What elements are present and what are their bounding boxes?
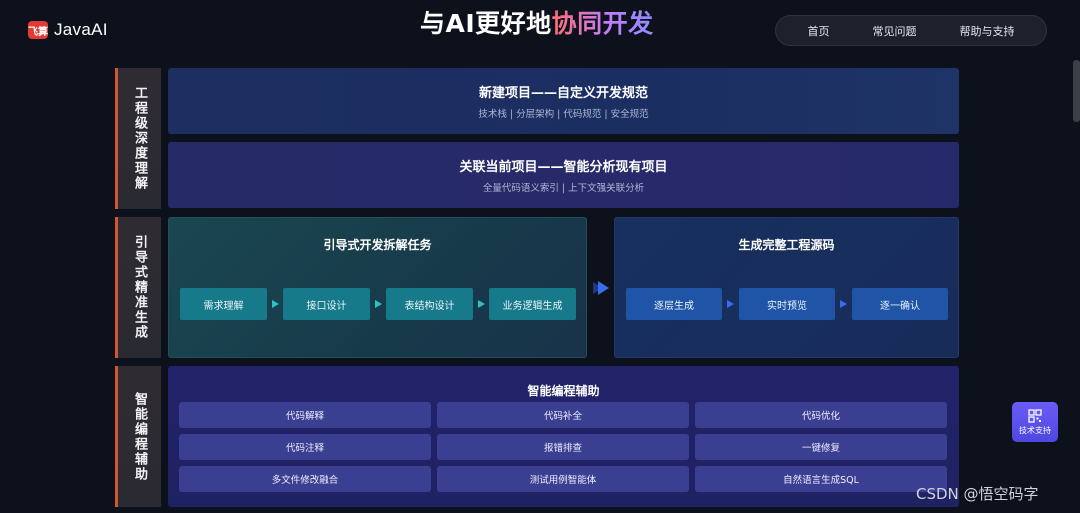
feature-one-click-fix[interactable]: 一键修复 [695, 434, 947, 460]
card-subtitle: 全量代码语义索引 | 上下文强关联分析 [482, 183, 645, 194]
card-title: 关联当前项目——智能分析现有项目 [459, 160, 668, 175]
support-label: 技术支持 [1019, 425, 1051, 435]
step-table-design[interactable]: 表结构设计 [386, 288, 473, 320]
feature-code-explain[interactable]: 代码解释 [179, 402, 431, 428]
step-layered-generate[interactable]: 逐层生成 [626, 288, 722, 320]
nav-help[interactable]: 帮助与支持 [960, 23, 1015, 39]
side-label-text: 工程级深度理解 [132, 86, 147, 191]
step-live-preview[interactable]: 实时预览 [739, 288, 835, 320]
hero-title-plain: 与AI更好地 [420, 9, 552, 38]
hero-title-highlight: 协同开发 [551, 9, 654, 38]
side-label-text: 引导式精准生成 [132, 235, 147, 340]
panel-title: 智能编程辅助 [527, 384, 600, 398]
card-link-project[interactable]: 关联当前项目——智能分析现有项目 全量代码语义索引 | 上下文强关联分析 [168, 142, 959, 208]
panel-task-breakdown: 引导式开发拆解任务 需求理解 接口设计 表结构设计 业务逻辑生成 [168, 217, 587, 358]
scrollbar-thumb[interactable] [1073, 60, 1080, 122]
panel-ai-assist: 智能编程辅助 代码解释 代码补全 代码优化 代码注释 报错排查 一键修复 多文件… [168, 366, 959, 507]
arrow-right-icon [478, 300, 485, 308]
arrow-right-icon [375, 300, 382, 308]
big-arrow-right-icon [593, 281, 609, 295]
hero-title: 与AI更好地协同开发 [420, 4, 654, 40]
arrow-right-icon [840, 300, 847, 308]
step-confirm-each[interactable]: 逐一确认 [852, 288, 948, 320]
side-label-guided: 引导式精准生成 [115, 217, 161, 358]
qr-code-icon [1028, 408, 1042, 423]
brand-logo[interactable]: 飞算 JavaAI [28, 20, 108, 40]
side-label-assist: 智能编程辅助 [115, 366, 161, 507]
arrow-right-icon [272, 300, 279, 308]
feature-test-case-agent[interactable]: 测试用例智能体 [437, 466, 689, 492]
feature-multi-file-merge[interactable]: 多文件修改融合 [179, 466, 431, 492]
logo-text: JavaAI [54, 20, 108, 39]
card-new-project[interactable]: 新建项目——自定义开发规范 技术栈 | 分层架构 | 代码规范 | 安全规范 [168, 68, 959, 134]
arrow-right-icon [727, 300, 734, 308]
nav-faq[interactable]: 常见问题 [873, 23, 917, 39]
feature-code-comment[interactable]: 代码注释 [179, 434, 431, 460]
card-subtitle: 技术栈 | 分层架构 | 代码规范 | 安全规范 [478, 109, 649, 120]
top-nav: 首页 常见问题 帮助与支持 [775, 15, 1047, 46]
tech-support-button[interactable]: 技术支持 [1012, 402, 1058, 442]
card-title: 新建项目——自定义开发规范 [478, 86, 648, 101]
panel-title: 引导式开发拆解任务 [323, 238, 432, 252]
feature-code-complete[interactable]: 代码补全 [437, 402, 689, 428]
step-requirement[interactable]: 需求理解 [180, 288, 267, 320]
panel-title: 生成完整工程源码 [738, 238, 835, 252]
feature-nl-to-sql[interactable]: 自然语言生成SQL [695, 466, 947, 492]
feature-code-optimize[interactable]: 代码优化 [695, 402, 947, 428]
watermark: CSDN @悟空码字 [916, 485, 1039, 503]
logo-badge-icon: 飞算 [28, 21, 48, 39]
feature-error-troubleshoot[interactable]: 报错排查 [437, 434, 689, 460]
step-api-design[interactable]: 接口设计 [283, 288, 370, 320]
panel-generate-source: 生成完整工程源码 逐层生成 实时预览 逐一确认 [614, 217, 959, 358]
nav-home[interactable]: 首页 [808, 23, 830, 39]
side-label-engineering: 工程级深度理解 [115, 68, 161, 209]
step-business-logic[interactable]: 业务逻辑生成 [489, 288, 576, 320]
side-label-text: 智能编程辅助 [132, 391, 147, 482]
